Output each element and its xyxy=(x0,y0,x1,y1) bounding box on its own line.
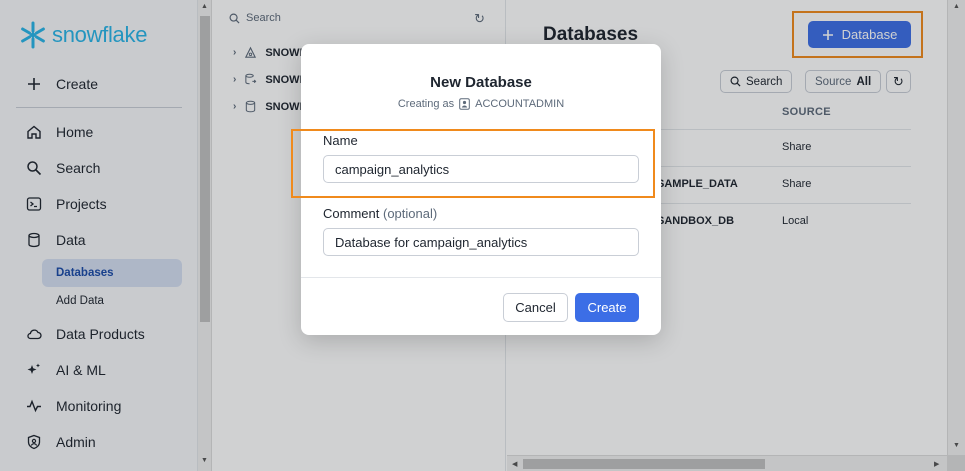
optional-hint: (optional) xyxy=(382,206,438,221)
creating-as-label: Creating as xyxy=(397,98,455,110)
comment-field-label: Comment (optional) xyxy=(323,206,437,221)
database-comment-input[interactable] xyxy=(323,228,639,256)
dialog-title: New Database xyxy=(430,74,532,91)
dialog-subtitle: Creating as ACCOUNTADMIN xyxy=(301,98,661,110)
dialog-footer-divider xyxy=(301,277,661,278)
user-role-icon xyxy=(459,98,470,110)
create-button[interactable]: Create xyxy=(575,293,639,322)
cancel-button[interactable]: Cancel xyxy=(503,293,568,322)
comment-label: Comment xyxy=(323,206,380,221)
role-name: ACCOUNTADMIN xyxy=(475,98,565,110)
name-field-highlight xyxy=(291,129,655,198)
